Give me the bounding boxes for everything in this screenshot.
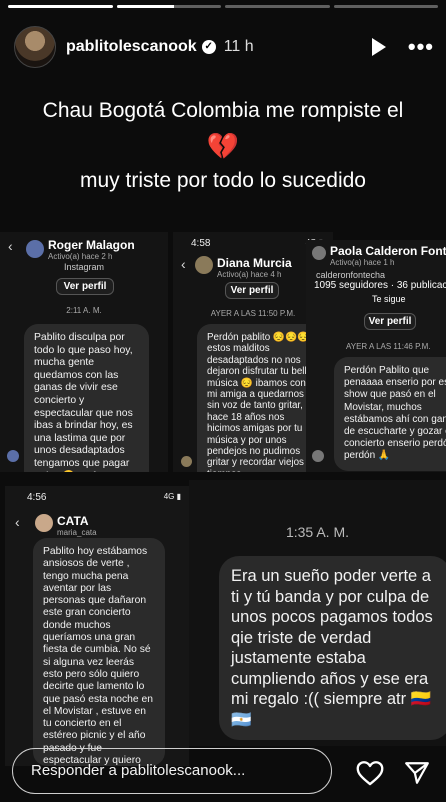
chat-name: CATA xyxy=(57,514,89,528)
chat-handle: maria_cata xyxy=(57,528,97,537)
caption-line: Chau Bogotá Colombia me rompiste el xyxy=(42,99,404,122)
view-profile-button: Ver perfil xyxy=(225,282,279,299)
progress-segment xyxy=(225,5,330,8)
chat-name: Roger Malagon xyxy=(48,238,135,252)
back-arrow-icon: ‹ xyxy=(181,256,186,272)
progress-segment xyxy=(333,5,438,8)
verified-badge-icon: ✓ xyxy=(201,40,216,54)
chat-header: CATA maria_cata xyxy=(57,514,97,537)
view-profile-button: Ver perfil xyxy=(364,313,416,330)
chat-header: Paola Calderon Font Activo(a) hace 1 h xyxy=(330,244,446,267)
message-bubble: Era un sueño poder verte a ti y tú banda… xyxy=(219,556,446,740)
statusbar-signal-icon: 4G ▮ xyxy=(163,492,181,501)
username[interactable]: pablitolescanook xyxy=(66,38,197,56)
story-viewer: pablitolescanook ✓ 11 h ••• Chau Bogotá … xyxy=(0,0,446,802)
message-time: 2:11 A. M. xyxy=(66,306,102,315)
avatar xyxy=(7,450,19,462)
more-icon[interactable]: ••• xyxy=(408,34,434,60)
avatar xyxy=(312,246,326,260)
chat-header: Roger Malagon Activo(a) hace 2 h xyxy=(48,238,135,261)
message-bubble: Pablito disculpa por todo lo que paso ho… xyxy=(24,324,149,472)
chat-status: Activo(a) hace 4 h xyxy=(217,270,282,279)
message-time: AYER A LAS 11:46 P.M. xyxy=(346,342,431,351)
follow-status: Te sigue xyxy=(372,294,406,304)
header-actions: ••• xyxy=(371,34,434,60)
avatar xyxy=(181,456,192,467)
progress-fill xyxy=(8,5,113,8)
view-profile-button: Ver perfil xyxy=(56,278,114,295)
play-icon[interactable] xyxy=(371,38,386,56)
chat-status: Activo(a) hace 1 h xyxy=(330,258,395,267)
heart-icon[interactable] xyxy=(356,760,384,786)
story-progress xyxy=(8,5,438,8)
avatar xyxy=(26,240,44,258)
platform-label: Instagram xyxy=(63,262,105,272)
profile-handle: calderonfontecha xyxy=(316,270,386,280)
story-caption: Chau Bogotá Colombia me rompiste el 💔 mu… xyxy=(0,92,446,200)
statusbar-time: 4:58 xyxy=(191,238,211,249)
chat-name: Diana Murcia xyxy=(217,256,292,270)
screenshot-paola: Paola Calderon Font Activo(a) hace 1 h c… xyxy=(306,240,446,472)
message-bubble: Perdón Pablito que penaaaa enserio por e… xyxy=(334,357,446,471)
profile-stats: 1095 seguidores · 36 publicac xyxy=(314,280,446,291)
chat-name: Paola Calderon Font xyxy=(330,244,446,258)
back-arrow-icon: ‹ xyxy=(8,238,13,254)
progress-fill xyxy=(116,5,174,8)
story-header: pablitolescanook ✓ 11 h ••• xyxy=(14,24,434,70)
caption-line: muy triste por todo lo sucedido xyxy=(80,169,366,192)
avatar[interactable] xyxy=(14,26,56,68)
avatar xyxy=(312,450,324,462)
send-icon[interactable] xyxy=(404,760,430,786)
back-arrow-icon: ‹ xyxy=(15,514,20,530)
screenshot-sms: 1:35 A. M. Era un sueño poder verte a ti… xyxy=(189,480,446,746)
avatar xyxy=(195,256,213,274)
chat-header: Diana Murcia Activo(a) hace 4 h xyxy=(217,256,292,279)
progress-segment xyxy=(116,5,221,8)
screenshot-roger: ‹ Roger Malagon Activo(a) hace 2 h Insta… xyxy=(0,232,168,472)
post-time: 11 h xyxy=(223,38,254,55)
reply-input[interactable]: Responder a pablitolescanook... xyxy=(12,748,332,794)
message-bubble: Pablito hoy estábamos ansiosos de verte … xyxy=(33,538,165,766)
broken-heart-emoji: 💔 xyxy=(206,131,240,161)
chat-status: Activo(a) hace 2 h xyxy=(48,252,113,261)
statusbar-time: 4:56 xyxy=(27,492,47,503)
message-time: 1:35 A. M. xyxy=(285,524,350,540)
avatar xyxy=(35,514,53,532)
progress-segment xyxy=(8,5,113,8)
screenshot-cata: 4:56 4G ▮ ‹ CATA maria_cata Pablito hoy … xyxy=(5,486,189,766)
